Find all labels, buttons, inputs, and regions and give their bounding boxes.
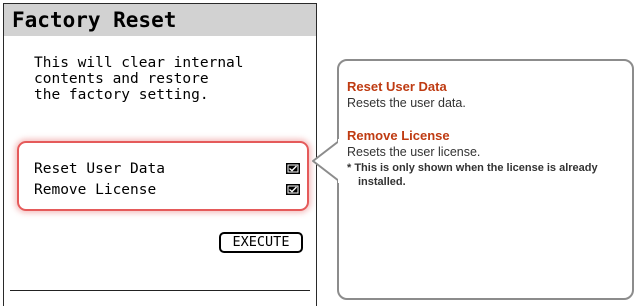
checkbox-checked-icon[interactable]	[286, 184, 300, 195]
callout-body: Resets the user data.	[347, 96, 466, 110]
checkbox-checked-icon[interactable]	[286, 163, 300, 174]
option-reset-user-data[interactable]: Reset User Data	[34, 160, 300, 178]
callout-pointer	[312, 139, 341, 183]
description-text: This will clear internal contents and re…	[34, 55, 314, 103]
callout-heading: Remove License	[347, 128, 450, 143]
callout-content: Reset User Data Resets the user data. Re…	[347, 79, 627, 189]
option-remove-license[interactable]: Remove License	[34, 181, 300, 199]
divider	[10, 290, 310, 291]
description-line: the factory setting.	[34, 87, 209, 103]
callout-body: Resets the user license.	[347, 145, 481, 159]
callout-note: * This is only shown when the license is…	[347, 162, 598, 188]
option-label: Remove License	[34, 182, 157, 198]
execute-button[interactable]: EXECUTE	[219, 232, 303, 253]
description-line: contents and restore	[34, 71, 209, 87]
device-screen: Factory Reset This will clear internal c…	[3, 3, 317, 306]
option-label: Reset User Data	[34, 161, 165, 177]
title-bar: Factory Reset	[4, 4, 316, 36]
description-line: This will clear internal	[34, 55, 244, 71]
callout-heading: Reset User Data	[347, 79, 447, 94]
page-title: Factory Reset	[12, 8, 177, 32]
